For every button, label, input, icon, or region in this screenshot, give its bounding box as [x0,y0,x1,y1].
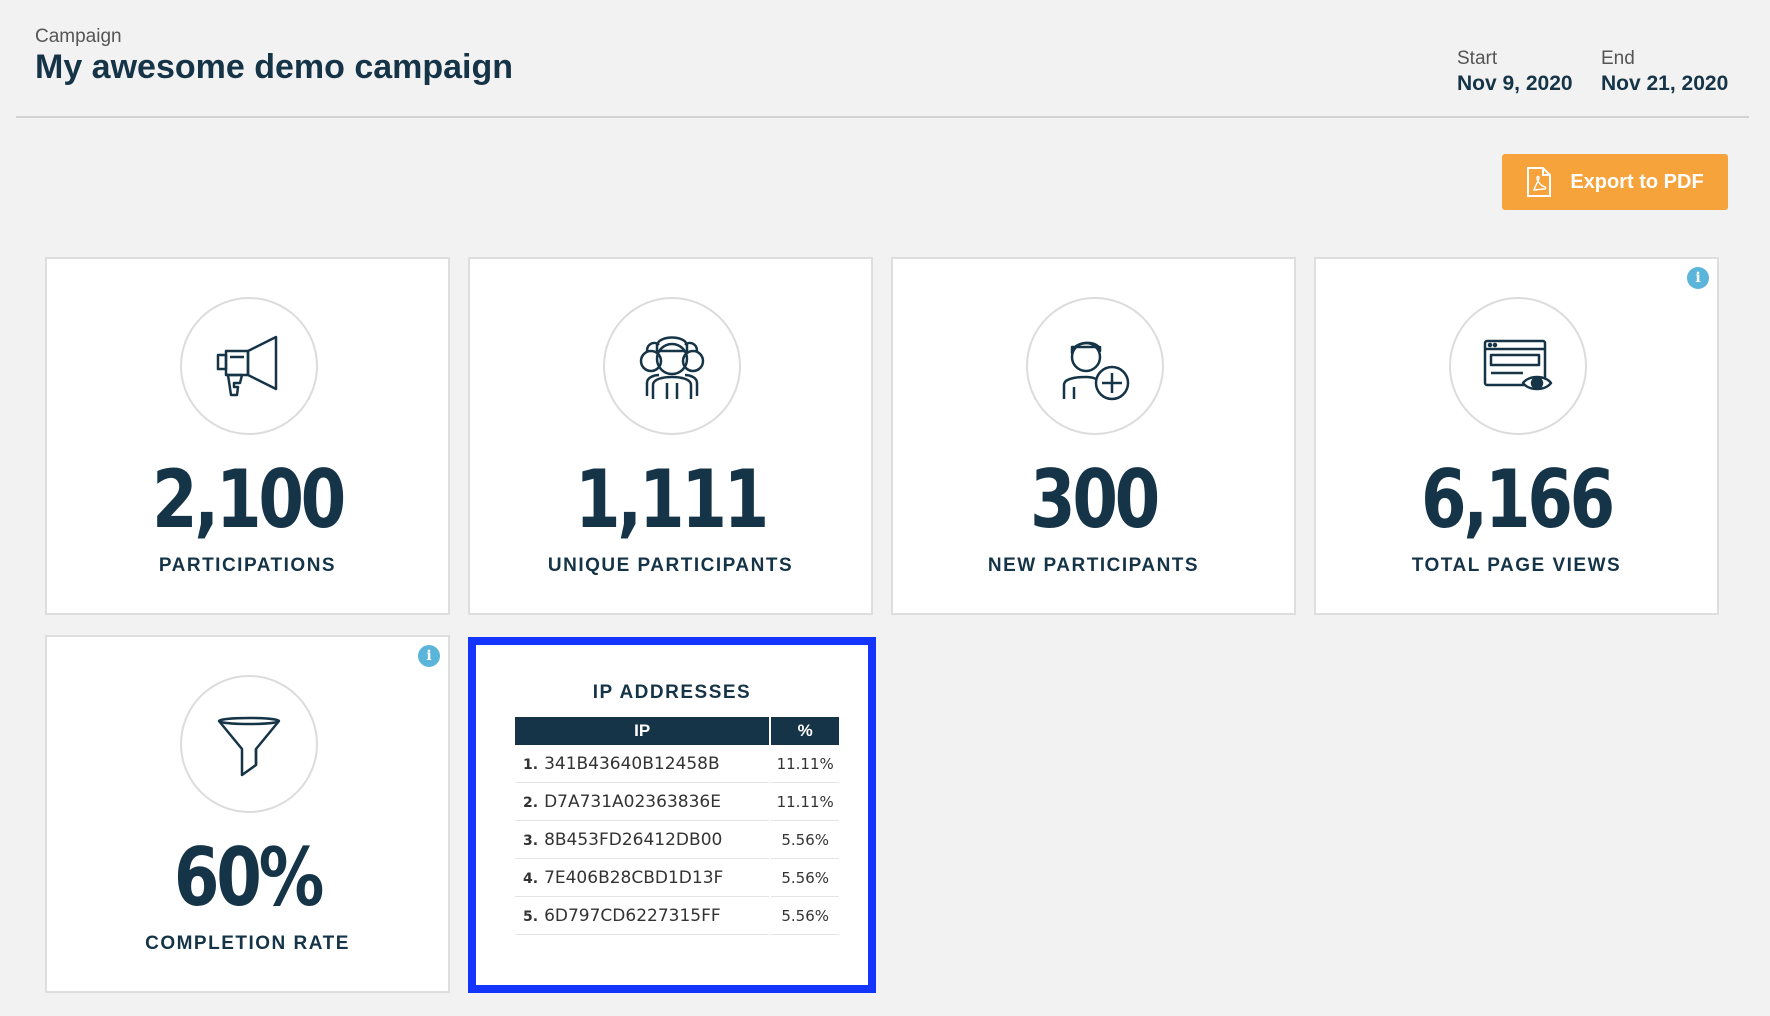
group-icon [639,336,705,399]
metric-value: 2,100 [151,453,346,546]
table-row: 3. 8B453FD26412DB00 5.56% [515,821,839,859]
metric-card-participations: 2,100 PARTICIPATIONS [45,257,450,615]
start-date: Nov 9, 2020 [1457,72,1573,95]
end-date: Nov 21, 2020 [1601,72,1729,95]
ip-addresses-table: IP % 1. 341B43640B12458B 11.11% 2. D7A731A… [513,717,841,935]
funnel-icon [217,716,281,777]
pdf-file-icon [1527,167,1552,197]
row-rank: 3. [523,832,539,849]
campaign-header: Campaign My awesome demo campaign Start … [16,0,1749,118]
campaign-eyebrow: Campaign [35,26,122,47]
ip-value: D7A731A02363836E [544,791,721,812]
ip-value: 7E406B28CBD1D13F [544,867,724,888]
percent-cell: 11.11% [771,745,839,783]
column-header-ip: IP [515,717,770,745]
metric-label: NEW PARTICIPANTS [987,555,1200,576]
end-date-block: End Nov 21, 2020 [1601,48,1728,96]
table-row: 4. 7E406B28CBD1D13F 5.56% [515,859,839,897]
start-date-block: Start Nov 9, 2020 [1457,48,1573,96]
metric-label: COMPLETION RATE [145,933,350,954]
ip-value: 341B43640B12458B [544,753,720,774]
icon-circle [603,297,741,435]
metric-card-total-page-views: i 6,166 TOTAL PAGE VIEWS [1314,257,1719,615]
row-rank: 5. [523,908,539,925]
row-rank: 2. [523,794,539,811]
ip-cell: 4. 7E406B28CBD1D13F [515,859,770,897]
export-pdf-button[interactable]: Export to PDF [1502,154,1728,210]
column-header-percent: % [771,717,839,745]
page-view-icon [1483,339,1553,391]
percent-cell: 5.56% [771,821,839,859]
icon-circle [1449,297,1587,435]
table-row: 5. 6D797CD6227315FF 5.56% [515,897,839,935]
metric-label: TOTAL PAGE VIEWS [1411,555,1622,576]
icon-circle [180,675,318,813]
ip-cell: 5. 6D797CD6227315FF [515,897,770,935]
info-icon[interactable]: i [1687,267,1709,289]
percent-cell: 5.56% [771,897,839,935]
metric-label: UNIQUE PARTICIPANTS [547,555,794,576]
metric-value: 6,166 [1420,453,1615,546]
ip-cell: 3. 8B453FD26412DB00 [515,821,770,859]
metric-card-completion-rate: i 60% COMPLETION RATE [45,635,450,993]
row-rank: 4. [523,870,539,887]
end-label: End [1601,48,1635,69]
megaphone-icon [216,335,278,397]
table-header-row: IP % [515,717,839,745]
metric-value: 60% [173,831,324,924]
percent-cell: 5.56% [771,859,839,897]
ip-addresses-title: IP ADDRESSES [592,682,752,703]
icon-circle [1026,297,1164,435]
ip-cell: 1. 341B43640B12458B [515,745,770,783]
ip-value: 6D797CD6227315FF [544,905,721,926]
table-row: 1. 341B43640B12458B 11.11% [515,745,839,783]
ip-value: 8B453FD26412DB00 [544,829,723,850]
ip-cell: 2. D7A731A02363836E [515,783,770,821]
add-user-icon [1062,341,1130,401]
metric-value: 300 [1029,453,1160,546]
start-label: Start [1457,48,1498,69]
row-rank: 1. [523,756,539,773]
ip-addresses-card: IP ADDRESSES IP % 1. 341B43640B12458B 11.… [468,637,876,993]
percent-cell: 11.11% [771,783,839,821]
metric-card-new-participants: 300 NEW PARTICIPANTS [891,257,1296,615]
export-pdf-label: Export to PDF [1570,170,1704,193]
metric-card-unique-participants: 1,111 UNIQUE PARTICIPANTS [468,257,873,615]
metric-value: 1,111 [574,453,769,546]
table-row: 2. D7A731A02363836E 11.11% [515,783,839,821]
icon-circle [180,297,318,435]
page-title: My awesome demo campaign [35,48,514,86]
info-icon[interactable]: i [418,645,440,667]
metric-label: PARTICIPATIONS [158,555,337,576]
